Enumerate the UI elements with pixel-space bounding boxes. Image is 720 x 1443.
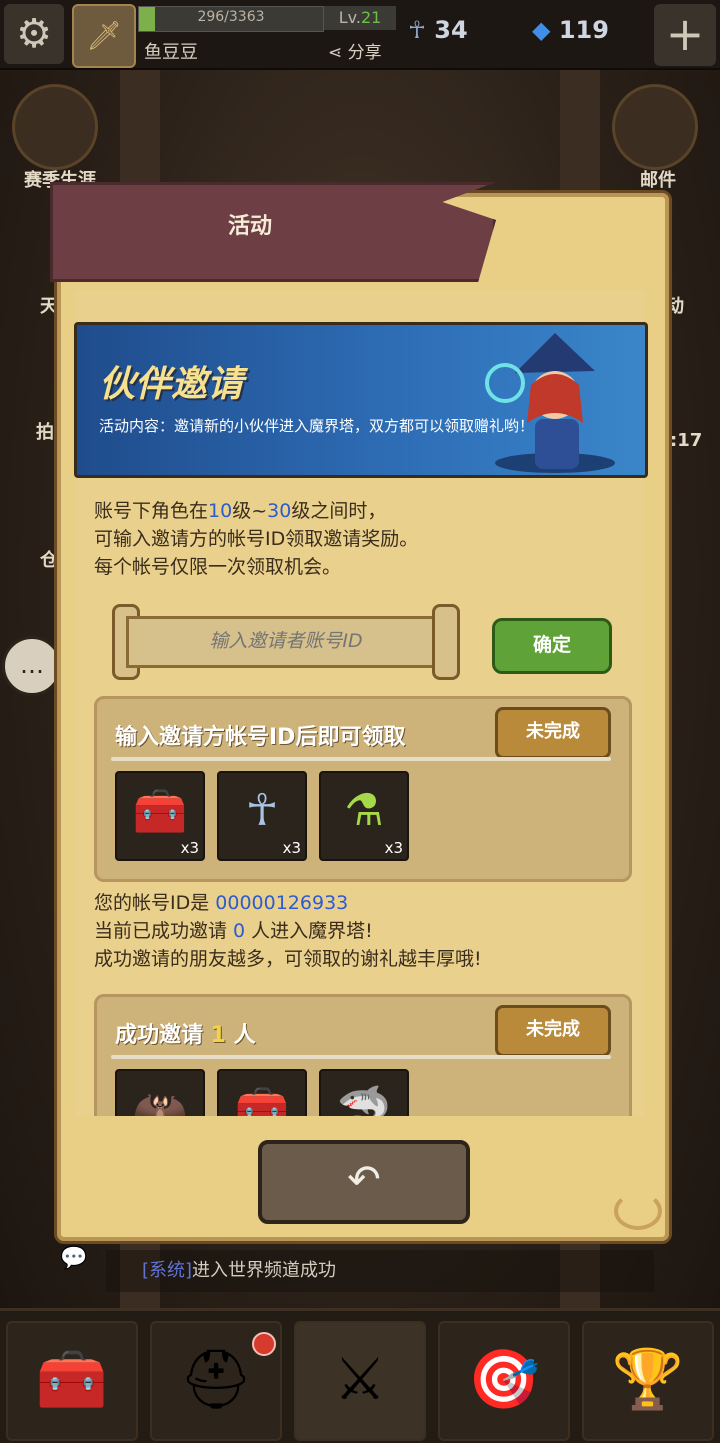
side-timer: :17: [670, 430, 703, 451]
reward-title: 输入邀请方帐号ID后即可领取: [115, 725, 406, 750]
season-career-button[interactable]: [12, 84, 98, 170]
nav-treasure[interactable]: 🧰: [6, 1321, 138, 1441]
treasure-chest-icon: 🧰: [132, 786, 188, 837]
top-bar: ⚙ 🗡 296/3363 Lv.21 鱼豆豆 ⋖ 分享 ☥ 34 ◆ 119 +: [0, 0, 720, 70]
back-arrow-icon: ↶: [347, 1157, 381, 1203]
system-message-text: 进入世界频道成功: [192, 1260, 337, 1281]
rule-line-3: 每个帐号仅限一次领取机会。: [94, 556, 342, 578]
potion-icon: ⚗: [344, 785, 384, 836]
reward-item[interactable]: 🦇: [115, 1069, 205, 1116]
chat-icon[interactable]: 💬: [60, 1246, 87, 1271]
reward-item[interactable]: 🧰 x3: [115, 771, 205, 861]
reward-item[interactable]: 🦈: [319, 1069, 409, 1116]
level-prefix: Lv.: [338, 8, 361, 27]
mail-button[interactable]: [612, 84, 698, 170]
reward-item[interactable]: ☥ x3: [217, 771, 307, 861]
treasure-chest-icon: 🧰: [234, 1084, 290, 1116]
ankh-counter: ☥ 34: [408, 16, 468, 44]
invited-count: 0: [233, 920, 246, 942]
hero-portrait-icon: 🦇: [132, 1084, 188, 1116]
reward-title: 成功邀请 1 人: [115, 1017, 256, 1049]
player-name: 鱼豆豆: [144, 42, 198, 63]
item-count: x3: [180, 839, 199, 857]
invited-prefix: 当前已成功邀请: [94, 920, 234, 942]
divider: [111, 1055, 611, 1059]
partner-invite-banner: 伙伴邀请 活动内容：邀请新的小伙伴进入魔界塔，双方都可以领取赠礼哟！: [74, 322, 648, 478]
nav-trophy[interactable]: 🏆: [582, 1321, 714, 1441]
notification-dot: [252, 1332, 276, 1356]
account-id-prefix: 您的帐号ID是: [94, 892, 216, 914]
reward-box-invite-1: 成功邀请 1 人 未完成 🦇 🧰 🦈: [94, 994, 632, 1116]
nav-challenge[interactable]: 🎯: [438, 1321, 570, 1441]
system-message: [系统]进入世界频道成功: [106, 1250, 654, 1292]
rule-line-2: 可输入邀请方的帐号ID领取邀请奖励。: [94, 528, 419, 550]
reward-title-count: 1: [210, 1023, 226, 1048]
divider: [111, 757, 611, 761]
system-tag: [系统]: [142, 1260, 193, 1281]
nav-battle[interactable]: ⚔: [294, 1321, 426, 1441]
ankh-icon: ☥: [408, 16, 426, 44]
item-count: x3: [384, 839, 403, 857]
witch-character-icon: [485, 333, 615, 473]
invited-suffix: 人进入魔界塔!: [245, 920, 373, 942]
share-icon: ⋖: [328, 43, 343, 63]
reward-status-button[interactable]: 未完成: [495, 1005, 611, 1057]
ankh-count: 34: [434, 16, 468, 44]
confirm-button[interactable]: 确定: [492, 618, 612, 674]
reward-status-button[interactable]: 未完成: [495, 707, 611, 759]
gem-icon: ◆: [532, 16, 551, 44]
inviter-id-input[interactable]: [134, 622, 438, 660]
crossed-swords-icon: ⚔: [334, 1345, 386, 1413]
back-button[interactable]: ↶: [258, 1140, 470, 1224]
banner-description: 活动内容：邀请新的小伙伴进入魔界塔，双方都可以领取赠礼哟！: [99, 417, 535, 435]
chat-bubble-icon[interactable]: …: [2, 636, 62, 696]
more-friends-line: 成功邀请的朋友越多，可领取的谢礼越丰厚哦!: [94, 948, 482, 970]
item-count: x3: [282, 839, 301, 857]
rule-text: 级之间时，: [291, 500, 387, 522]
level-value: 21: [360, 8, 382, 27]
trophy-icon: 🏆: [611, 1345, 685, 1413]
reward-item[interactable]: 🧰: [217, 1069, 307, 1116]
side-label-partial: 拍: [36, 422, 54, 443]
reward-item[interactable]: ⚗ x3: [319, 771, 409, 861]
rule-text: 账号下角色在: [94, 500, 209, 522]
reward-box-enter-id: 输入邀请方帐号ID后即可领取 未完成 🧰 x3 ☥ x3 ⚗ x3: [94, 696, 632, 882]
banner-title: 伙伴邀请: [99, 364, 244, 405]
add-currency-button[interactable]: +: [654, 4, 716, 66]
reward-title-suffix: 人: [225, 1023, 256, 1048]
share-label: 分享: [347, 43, 382, 63]
share-button[interactable]: ⋖ 分享: [328, 38, 382, 63]
gem-count: 119: [558, 16, 609, 44]
player-avatar[interactable]: 🗡: [72, 4, 136, 68]
exp-text: 296/3363: [197, 9, 265, 25]
mail-label: 邮件: [640, 170, 676, 191]
gem-counter: ◆ 119: [532, 16, 609, 44]
invited-count-line: 当前已成功邀请 0 人进入魔界塔!: [94, 916, 373, 943]
target-icon: 🎯: [467, 1345, 541, 1413]
panel-corner-ornament: [614, 1192, 662, 1230]
shark-pet-icon: 🦈: [336, 1084, 392, 1116]
bottom-navigation: 🧰 ⛑ ⚔ 🎯 🏆: [0, 1308, 720, 1443]
reward-title-prefix: 成功邀请: [115, 1023, 211, 1048]
account-id-value: 00000126933: [215, 892, 349, 914]
ankh-icon: ☥: [245, 785, 279, 836]
settings-gear-icon[interactable]: ⚙: [4, 4, 64, 64]
min-level: 10: [208, 500, 233, 522]
rule-line-1: 账号下角色在10级~30级之间时，: [94, 496, 386, 523]
reward-list-viewport: 成功邀请 1 人 未完成 🦇 🧰 🦈: [76, 990, 644, 1116]
level-badge: Lv.21: [324, 6, 396, 30]
inviter-id-scroll: [112, 604, 460, 680]
max-level: 30: [267, 500, 292, 522]
rule-text: 级~: [232, 500, 268, 522]
treasure-chest-icon: 🧰: [35, 1345, 109, 1413]
modal-title: 活动: [227, 214, 272, 239]
exp-bar: 296/3363: [138, 6, 324, 32]
account-id-line: 您的帐号ID是 00000126933: [94, 888, 348, 915]
